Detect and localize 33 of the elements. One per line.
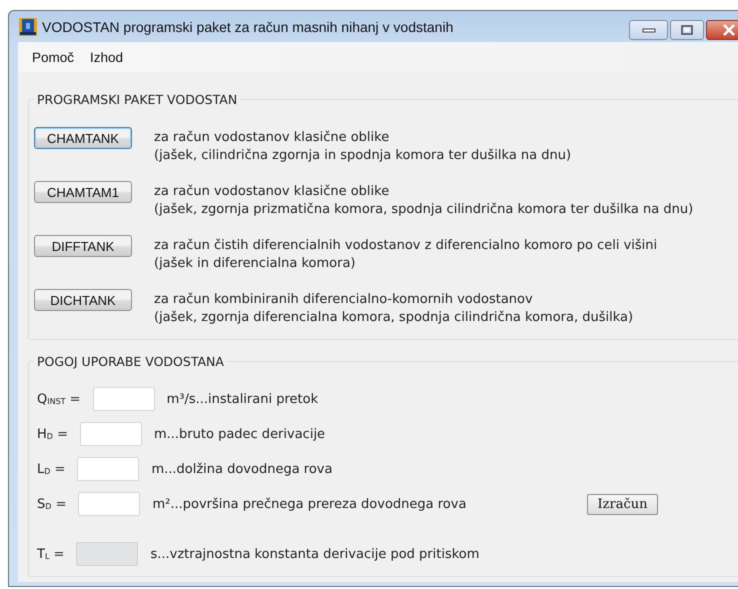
unit-text: m³/s...instalirani pretok (166, 392, 318, 406)
unit-text: m...dolžina dovodnega rova (151, 462, 332, 476)
description-text: za račun vodostanov klasične oblike (154, 129, 390, 147)
description-text: za račun kombiniranih diferencialno-komornih vodostanov (154, 291, 534, 309)
program-button[interactable]: CHAMTANK (34, 127, 132, 149)
description-text: (jašek, zgornja diferencialna komora, spodnja cilindrična komora, dušilka) (154, 309, 634, 327)
menu-item[interactable]: Pomoč (24, 48, 82, 66)
maximize-button[interactable] (670, 20, 704, 40)
calculate-button[interactable]: Izračun (587, 494, 658, 514)
maximize-icon (681, 25, 693, 35)
group-title: POGOJ UPORABE VODOSTANA (36, 354, 225, 369)
program-button[interactable]: DIFFTANK (34, 235, 132, 257)
description-text: (jašek, cilindrična zgornja in spodnja komora ter dušilka na dnu) (154, 147, 572, 165)
app-icon (18, 16, 38, 36)
minimize-icon (642, 27, 656, 33)
input-field[interactable] (77, 457, 140, 481)
description-text: za račun čistih diferencialnih vodostanov z diferencialno komoro po celi višini (154, 237, 658, 255)
description-text: (jašek in diferencialna komora) (154, 255, 356, 273)
input-field[interactable] (78, 492, 140, 516)
close-icon (722, 24, 736, 36)
input-field[interactable] (80, 422, 142, 446)
input-field[interactable] (92, 387, 155, 411)
unit-text: m...bruto padec derivacije (154, 426, 326, 442)
program-button[interactable]: CHAMTAM1 (34, 181, 132, 203)
description-text: (jašek, zgornja prizmatična komora, spodnja cilindrična komora ter dušilka na dnu) (154, 201, 694, 219)
minimize-button[interactable] (629, 20, 668, 40)
group-title: PROGRAMSKI PAKET VODOSTAN (36, 92, 238, 107)
menu-item[interactable]: Izhod (82, 48, 132, 66)
unit-text: m²...površina prečnega prereza dovodnega rova (152, 496, 466, 512)
window-title: VODOSTAN programski paket za račun masnih nihanj v vodstanih (42, 18, 454, 34)
description-text: za račun vodostanov klasične oblike (154, 183, 390, 201)
unit-text: s...vztrajnostna konstanta derivacije pod pritiskom (150, 546, 480, 562)
program-button[interactable]: DICHTANK (34, 289, 132, 311)
